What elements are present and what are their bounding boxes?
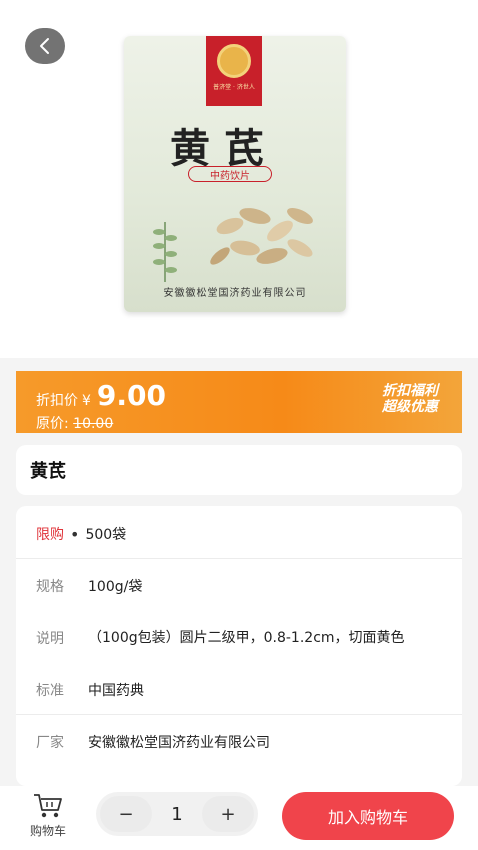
product-image-area: 普济堂 · 济世人 黄芪 中药饮片 安徽徽松堂国济药业有限公司	[0, 0, 478, 358]
discount-price-label: 折扣价	[36, 393, 78, 409]
discount-price-row: 折扣价 ¥ 9.00	[36, 379, 166, 412]
limit-label: 限购	[36, 527, 64, 543]
original-price-label: 原价:	[36, 416, 69, 432]
increase-quantity-button[interactable]: +	[202, 796, 254, 832]
chevron-left-icon	[40, 38, 49, 54]
standard-label: 标准	[36, 683, 64, 699]
manufacturer-row: 厂家 安徽徽松堂国济药业有限公司	[16, 724, 462, 760]
spec-row: 规格 100g/袋	[16, 568, 462, 604]
purchase-limit-row: 限购 • 500袋	[16, 516, 462, 552]
back-button[interactable]	[25, 28, 65, 64]
quantity-value[interactable]: 1	[156, 804, 198, 825]
manufacturer-label: 厂家	[36, 735, 64, 751]
manufacturer-value: 安徽徽松堂国济药业有限公司	[88, 735, 270, 751]
promo-text: 折扣福利 超级优惠	[382, 383, 438, 415]
package-red-seal: 普济堂 · 济世人	[206, 36, 262, 106]
divider	[16, 558, 462, 559]
divider	[16, 714, 462, 715]
product-image: 普济堂 · 济世人 黄芪 中药饮片 安徽徽松堂国济药业有限公司	[124, 36, 346, 312]
standard-row: 标准 中国药典	[16, 672, 462, 708]
cart-button[interactable]: 购物车	[26, 792, 70, 842]
promo-line-2: 超级优惠	[382, 399, 438, 415]
product-name-card: 黄芪	[16, 445, 462, 495]
standard-value: 中国药典	[88, 683, 144, 699]
description-value: （100g包装）圆片二级甲，0.8-1.2cm，切面黄色	[88, 630, 405, 646]
herb-slices-illustration-icon	[210, 207, 313, 265]
description-row: 说明 （100g包装）圆片二级甲，0.8-1.2cm，切面黄色	[16, 614, 462, 662]
package-seal-text: 普济堂 · 济世人	[213, 84, 255, 91]
original-price-row: 原价: 10.00	[36, 413, 113, 433]
package-tag: 中药饮片	[188, 166, 272, 182]
add-to-cart-button[interactable]: 加入购物车	[282, 792, 454, 840]
discount-price-value: 9.00	[96, 379, 167, 412]
package-maker-text: 安徽徽松堂国济药业有限公司	[163, 288, 307, 299]
spec-label: 规格	[36, 579, 64, 595]
decrease-quantity-button[interactable]: −	[100, 796, 152, 832]
limit-value: 500袋	[85, 527, 127, 543]
original-price-value: 10.00	[73, 416, 114, 432]
cart-label: 购物车	[29, 824, 66, 838]
promo-line-1: 折扣福利	[382, 383, 438, 399]
product-name: 黄芪	[30, 461, 66, 482]
bottom-action-bar: 购物车 − 1 + 加入购物车	[0, 786, 478, 850]
herb-leaf-illustration-icon	[153, 222, 177, 282]
quantity-stepper: − 1 +	[96, 792, 258, 836]
shopping-cart-icon	[34, 794, 62, 818]
spec-value: 100g/袋	[88, 579, 143, 595]
brand-logo-icon	[217, 44, 251, 78]
description-label: 说明	[36, 631, 64, 647]
price-banner: 折扣价 ¥ 9.00 原价: 10.00 折扣福利 超级优惠	[16, 371, 462, 433]
limit-separator: •	[70, 524, 80, 544]
product-detail-card: 限购 • 500袋 规格 100g/袋 说明 （100g包装）圆片二级甲，0.8…	[16, 506, 462, 786]
currency-symbol: ¥	[82, 393, 91, 409]
